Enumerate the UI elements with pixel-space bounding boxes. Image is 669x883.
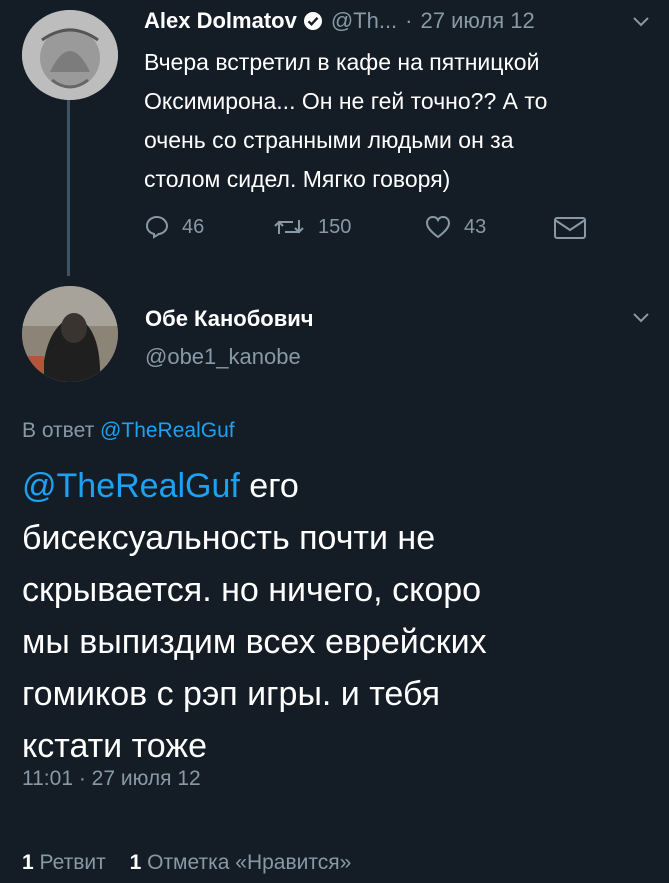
like-button[interactable]: 43	[424, 214, 486, 240]
retweet-stat-count: 1	[22, 851, 34, 874]
like-stat-count: 1	[129, 851, 142, 874]
retweet-button[interactable]: 150	[272, 214, 351, 240]
retweet-count: 150	[318, 215, 352, 238]
tweet-stats: 1 Ретвит 1 Отметка «Нравится»	[22, 851, 351, 875]
retweet-icon	[272, 214, 306, 240]
thread-connector	[67, 98, 70, 276]
tweet-text: Вчера встретил в кафе на пятницкой Оксим…	[144, 49, 548, 192]
verified-badge-icon	[303, 11, 323, 31]
like-count: 43	[464, 215, 487, 238]
chevron-down-icon[interactable]	[632, 16, 650, 28]
heart-icon	[424, 214, 452, 240]
reply-prefix: В ответ	[22, 419, 95, 442]
author-name[interactable]: Alex Dolmatov	[144, 8, 297, 34]
avatar-photo-icon	[22, 286, 118, 382]
reply-to-link[interactable]: @TheRealGuf	[100, 419, 235, 442]
avatar[interactable]	[22, 286, 118, 382]
reply-button[interactable]: 46	[144, 214, 204, 240]
direct-message-icon[interactable]	[553, 216, 587, 240]
separator: ·	[405, 8, 413, 33]
reply-context: В ответ @TheRealGuf	[22, 419, 235, 443]
avatar[interactable]	[22, 10, 118, 100]
retweet-stat-label: Ретвит	[39, 851, 106, 874]
author-name[interactable]: Обе Канобович	[145, 306, 314, 332]
reply-count: 46	[182, 215, 205, 238]
reply-icon	[144, 214, 170, 240]
tweet-text: @TheRealGuf его бисексуальность почти не…	[22, 467, 487, 765]
retweet-stat[interactable]: 1 Ретвит	[22, 851, 112, 874]
author-handle[interactable]: @Th...	[331, 8, 397, 34]
author-handle[interactable]: @obe1_kanobe	[145, 344, 301, 370]
chevron-down-icon[interactable]	[632, 312, 650, 324]
like-stat-label: Отметка «Нравится»	[147, 851, 352, 874]
mention-link[interactable]: @TheRealGuf	[22, 467, 240, 505]
like-stat[interactable]: 1 Отметка «Нравится»	[130, 851, 352, 874]
tweet-timestamp[interactable]: 11:01 · 27 июля 12	[22, 767, 201, 791]
tweet-date[interactable]: 27 июля 12	[421, 8, 535, 34]
avatar-art-icon	[22, 10, 118, 100]
